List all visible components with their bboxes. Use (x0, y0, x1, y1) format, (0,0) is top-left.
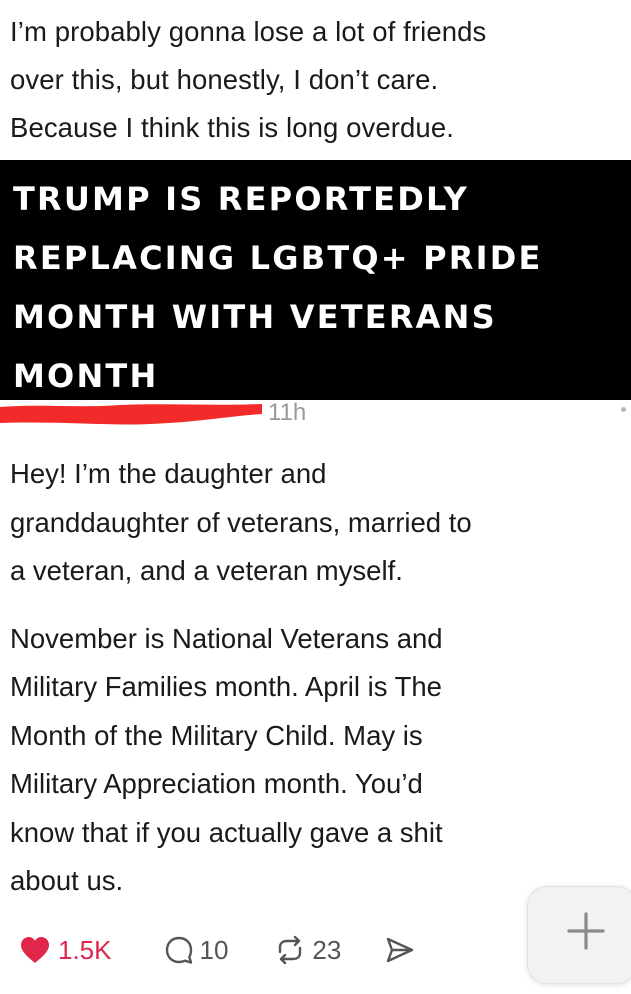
reply-button[interactable]: 10 (164, 934, 229, 966)
banner-headline: TRUMP IS REPORTEDLY REPLACING LGBTQ+ PRI… (13, 170, 628, 406)
reply-line: Month of the Military Child. May is (10, 719, 423, 751)
banner-line: TRUMP IS REPORTEDLY (13, 180, 469, 218)
reply-line: a veteran, and a veteran myself. (10, 555, 403, 586)
like-button[interactable]: 1.5K (20, 935, 112, 966)
comment-bubble-icon (165, 936, 192, 964)
like-count: 1.5K (58, 934, 112, 965)
send-icon (387, 937, 414, 963)
banner-line: MONTH (13, 357, 159, 395)
news-banner-image: TRUMP IS REPORTEDLY REPLACING LGBTQ+ PRI… (0, 160, 631, 400)
post-line: Because I think this is long overdue. (10, 112, 454, 143)
redacted-username (0, 404, 262, 425)
post-line: I’m probably gonna lose a lot of friends (10, 16, 487, 47)
reply-line: November is National Veterans and (10, 622, 443, 654)
more-options-icon[interactable] (621, 407, 626, 412)
banner-line: MONTH WITH VETERANS (13, 298, 497, 336)
post-line: over this, but honestly, I don’t care. (10, 64, 439, 95)
reply-line: Military Appreciation month. You’d (10, 768, 423, 799)
reply-line: granddaughter of veterans, married to (10, 506, 472, 538)
plus-icon (567, 912, 605, 950)
reply-text: Hey! I’m the daughter and granddaughter … (10, 450, 628, 906)
repost-icon (279, 935, 302, 965)
share-button[interactable] (385, 936, 415, 964)
compose-button[interactable] (527, 886, 631, 984)
reply-timestamp: 11h (268, 399, 307, 426)
banner-line: REPLACING LGBTQ+ PRIDE (13, 239, 543, 277)
action-bar: 1.5K 10 23 (20, 930, 500, 970)
reply-count: 10 (199, 934, 229, 965)
reply-line: know that if you actually gave a shit (10, 816, 443, 848)
repost-count: 23 (312, 934, 342, 965)
reply-line: Military Families month. April is The (10, 671, 442, 702)
post-text: I’m probably gonna lose a lot of friends… (10, 8, 626, 152)
reply-line: Hey! I’m the daughter and (10, 458, 327, 489)
heart-icon (21, 937, 49, 963)
repost-button[interactable]: 23 (274, 935, 341, 966)
